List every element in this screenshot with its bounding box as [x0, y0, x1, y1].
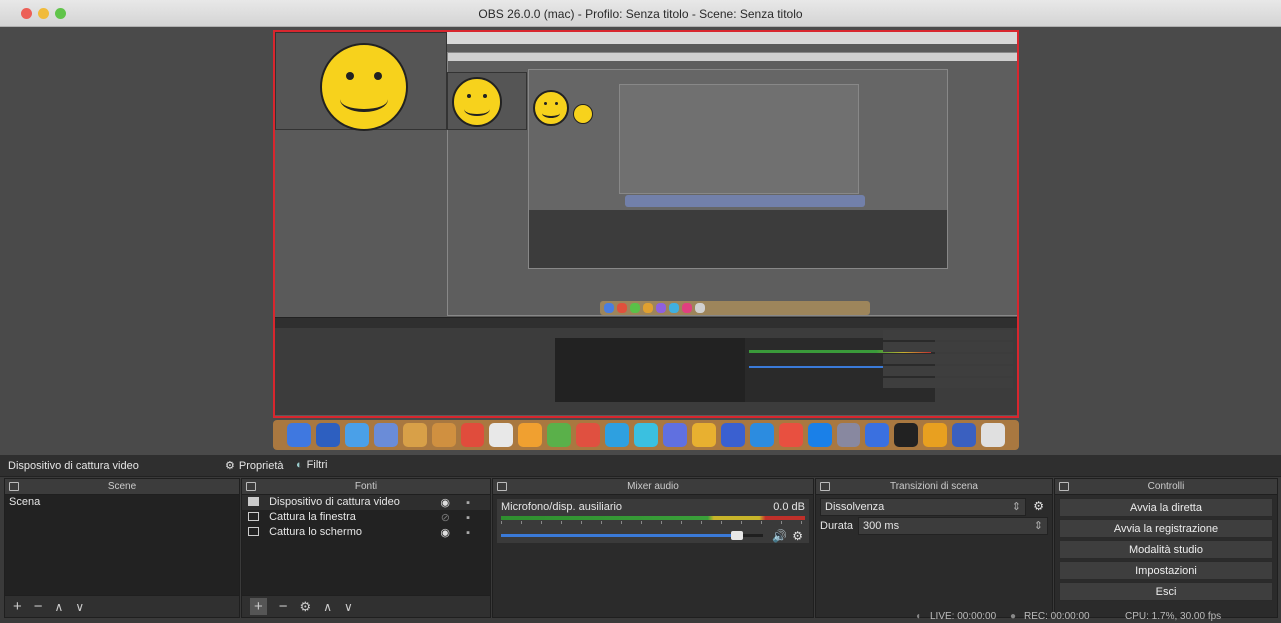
window-icon [248, 512, 259, 521]
smiley-face-tiny [573, 104, 593, 124]
source-item[interactable]: Cattura la finestra ⊘ ▪ [242, 510, 490, 525]
controls-panel: Controlli Avvia la diretta Avvia la regi… [1054, 478, 1278, 618]
camera-icon [248, 497, 259, 506]
studio-mode-button[interactable]: Modalità studio [1059, 540, 1273, 559]
live-timer: LIVE: 00:00:00 [930, 611, 997, 622]
mixer-gear-icon[interactable]: ⚙ [792, 529, 803, 543]
properties-button[interactable]: ⚙ Proprietà [225, 459, 284, 473]
transition-gear-icon[interactable]: ⚙ [1033, 499, 1044, 513]
volume-slider-track[interactable] [501, 531, 763, 540]
rec-timer: REC: 00:00:00 [1024, 611, 1090, 622]
window-title: OBS 26.0.0 (mac) - Profilo: Senza titolo… [478, 7, 803, 21]
scenes-panel: Scene Scena + − ∧ ∨ [4, 478, 240, 618]
rec-status-icon: ● [1010, 611, 1017, 622]
scene-transitions-panel-header: Transizioni di scena [816, 479, 1052, 495]
volume-slider-handle[interactable] [730, 531, 743, 540]
sources-panel: Fonti Dispositivo di cattura video ◉ ▪ C… [241, 478, 491, 618]
duration-label: Durata [820, 520, 854, 532]
preview-canvas[interactable] [273, 30, 1019, 418]
volume-meter [501, 516, 805, 520]
lock-icon[interactable]: ▪ [466, 511, 470, 526]
lock-icon[interactable]: ▪ [466, 496, 470, 511]
lock-icon[interactable]: ▪ [466, 526, 470, 541]
scene-item[interactable]: Scena [5, 495, 239, 510]
updown-chevron-icon: ⇕ [1011, 501, 1021, 513]
mixer-level-readout: 0.0 dB [773, 501, 805, 513]
webcam-capture [275, 32, 447, 131]
sources-panel-header: Fonti [242, 479, 490, 495]
obs-docks: Dispositivo di cattura video ⚙ Proprietà… [0, 455, 1281, 623]
scene-transitions-panel: Transizioni di scena Dissolvenza ⇕ ⚙ Dur… [815, 478, 1053, 618]
selected-source-name: Dispositivo di cattura video [8, 460, 139, 472]
meter-ticks [501, 521, 805, 524]
transitions-body: Dissolvenza ⇕ ⚙ Durata 300 ms ⇕ [816, 495, 1052, 595]
volume-slider-fill [501, 534, 737, 537]
source-item[interactable]: Dispositivo di cattura video ◉ ▪ [242, 495, 490, 510]
window-titlebar: OBS 26.0.0 (mac) - Profilo: Senza titolo… [0, 0, 1281, 27]
smiley-face-small [533, 90, 569, 126]
duration-spinbox[interactable]: 300 ms ⇕ [858, 517, 1048, 535]
preview-area [0, 27, 1281, 455]
speaker-icon[interactable]: 🔊 [772, 529, 787, 543]
mixer-channel-name: Microfono/disp. ausiliario [501, 501, 623, 513]
transition-select[interactable]: Dissolvenza ⇕ [820, 498, 1026, 516]
start-recording-button[interactable]: Avvia la registrazione [1059, 519, 1273, 538]
exit-button[interactable]: Esci [1059, 582, 1273, 601]
start-streaming-button[interactable]: Avvia la diretta [1059, 498, 1273, 517]
gear-icon: ⚙ [225, 460, 235, 472]
visibility-hidden-eye-icon[interactable]: ⊘ [441, 511, 450, 526]
cpu-fps-readout: CPU: 1.7%, 30.00 fps [1125, 611, 1222, 622]
scenes-list: Scena [5, 495, 239, 595]
nested-screen-2 [528, 69, 948, 269]
settings-button[interactable]: Impostazioni [1059, 561, 1273, 580]
filters-button[interactable]: ◐ Filtri [296, 459, 327, 471]
nested-screen-1 [447, 52, 1017, 316]
filter-icon: ◐ [296, 459, 303, 471]
status-bar: ◖ LIVE: 00:00:00 ● REC: 00:00:00 CPU: 1.… [0, 611, 1281, 623]
mixer-channels: Microfono/disp. ausiliario 0.0 dB 🔊 ⚙ [493, 499, 813, 599]
display-icon [248, 527, 259, 536]
smiley-face-large [320, 43, 408, 131]
controls-buttons: Avvia la diretta Avvia la registrazione … [1055, 495, 1277, 601]
audio-mixer-panel-header: Mixer audio [493, 479, 813, 495]
live-status-icon: ◖ [915, 611, 922, 622]
nested-dock-small [625, 195, 865, 207]
nested-dock [600, 301, 870, 315]
smiley-face-medium [452, 77, 502, 127]
webcam-capture-nested [447, 72, 527, 130]
scenes-panel-header: Scene [5, 479, 239, 495]
captured-dock [273, 420, 1019, 450]
nested-screen-3 [619, 84, 859, 194]
spinner-icon[interactable]: ⇕ [1034, 518, 1043, 534]
controls-panel-header: Controlli [1055, 479, 1277, 495]
audio-mixer-panel: Mixer audio Microfono/disp. ausiliario 0… [492, 478, 814, 618]
nested-obs-panel [275, 317, 1017, 415]
visibility-eye-icon[interactable]: ◉ [440, 526, 450, 541]
source-item[interactable]: Cattura lo schermo ◉ ▪ [242, 525, 490, 540]
source-toolbar: Dispositivo di cattura video ⚙ Proprietà… [0, 455, 1281, 477]
mixer-channel: Microfono/disp. ausiliario 0.0 dB 🔊 ⚙ [497, 499, 809, 543]
sources-list: Dispositivo di cattura video ◉ ▪ Cattura… [242, 495, 490, 595]
visibility-eye-icon[interactable]: ◉ [440, 496, 450, 511]
